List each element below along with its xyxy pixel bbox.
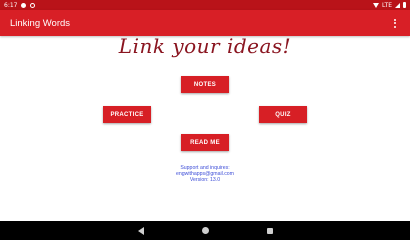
signal-icon (395, 2, 400, 8)
notes-button[interactable]: NOTES (181, 76, 229, 93)
sync-icon (30, 2, 36, 8)
version-text: Version: 13.0 (189, 177, 221, 183)
notification-icon (21, 2, 27, 8)
recents-icon[interactable] (266, 227, 273, 234)
menu-dot (394, 22, 396, 24)
practice-button[interactable]: PRACTICE (103, 106, 151, 123)
network-type: LTE (382, 1, 392, 9)
menu-dot (394, 18, 396, 21)
app-bar: Linking Words (0, 10, 410, 36)
status-bar: 6:17 LTE (0, 0, 410, 10)
home-icon[interactable] (201, 227, 209, 234)
status-right: LTE (373, 2, 406, 9)
headline: Link your ideas! (118, 34, 292, 58)
menu-dot (394, 25, 396, 28)
battery-icon (403, 2, 406, 8)
support-info: Support and inquires: engwithapps@gmail.… (0, 165, 410, 183)
status-time: 6:17 (4, 1, 18, 9)
navigation-bar (0, 221, 410, 240)
overflow-menu-icon[interactable] (390, 16, 400, 30)
back-icon[interactable] (137, 226, 144, 235)
status-left: 6:17 (4, 1, 36, 9)
app-title: Linking Words (10, 17, 71, 29)
quiz-button[interactable]: QUIZ (259, 106, 307, 123)
read-me-button[interactable]: READ ME (181, 134, 229, 151)
wifi-icon (373, 2, 380, 8)
